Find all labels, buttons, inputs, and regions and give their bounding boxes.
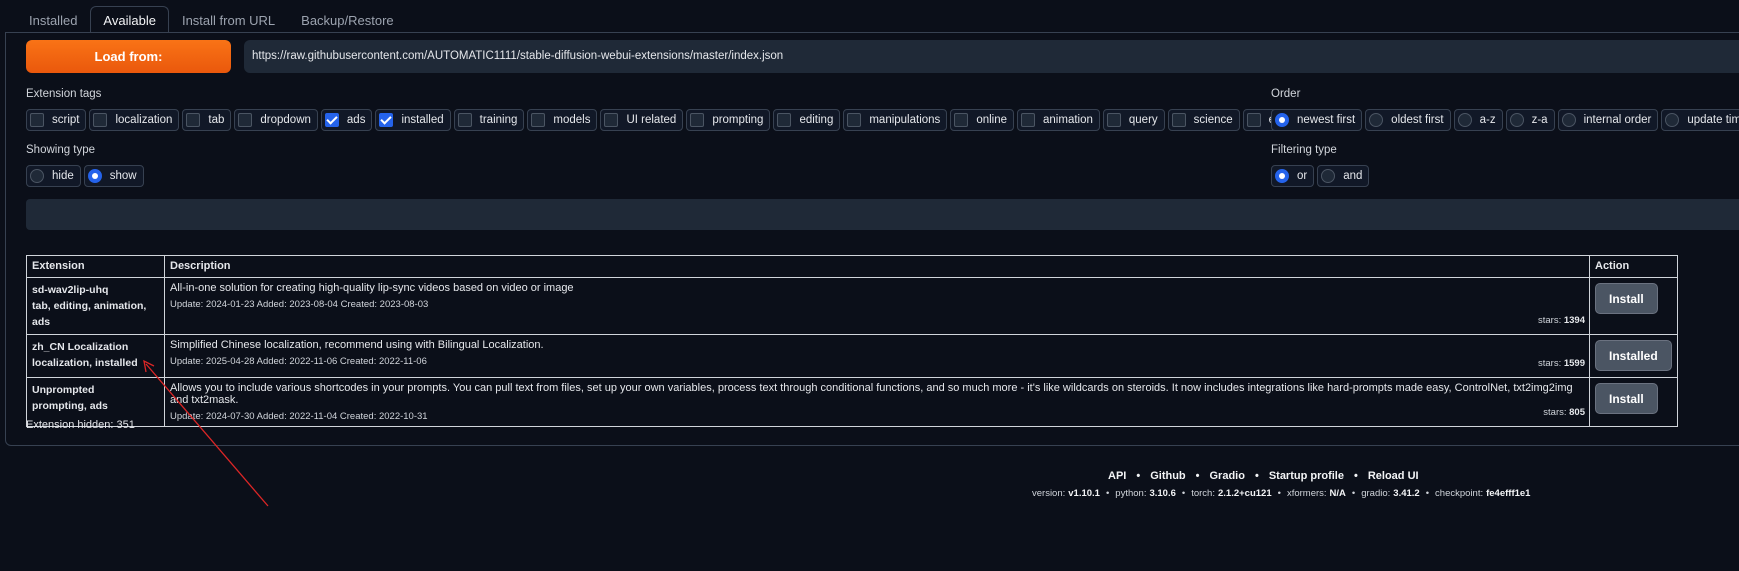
annotation-arrow	[143, 359, 269, 507]
annotation-arrow-line	[145, 363, 269, 507]
